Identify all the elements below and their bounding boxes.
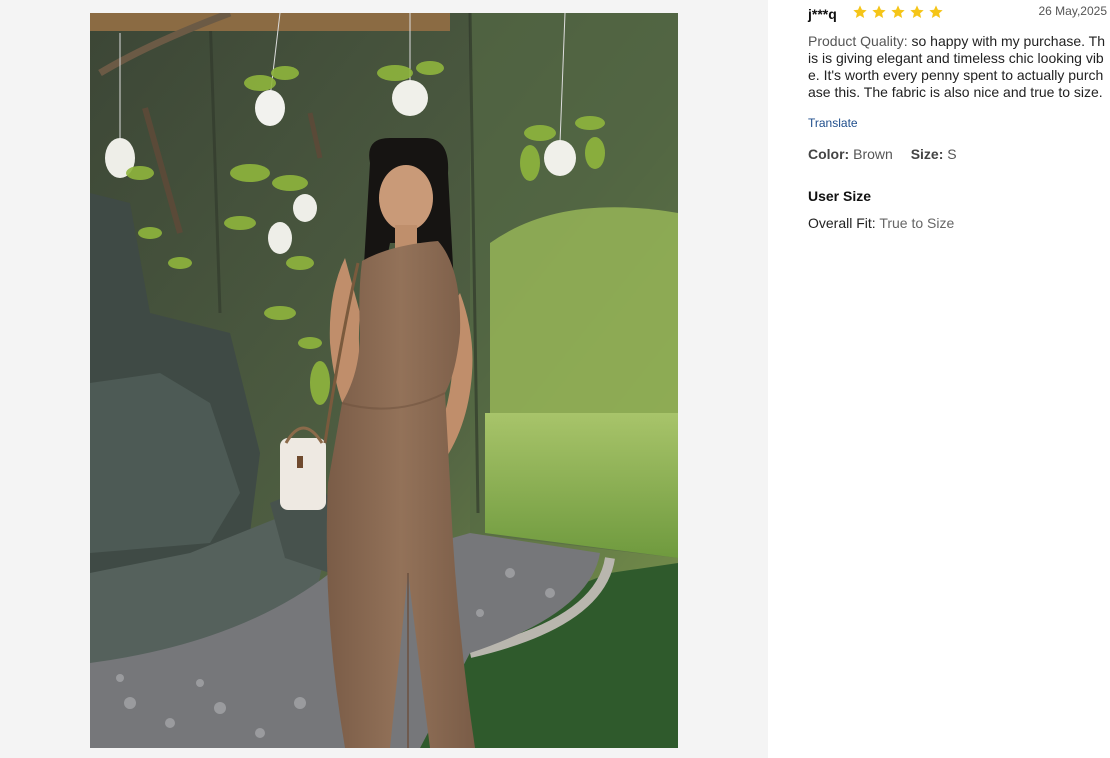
fit-value: True to Size <box>879 215 955 231</box>
color-value: Brown <box>853 146 893 162</box>
review-body: Product Quality: so happy with my purcha… <box>808 33 1106 101</box>
star-icon <box>929 5 943 18</box>
translate-link[interactable]: Translate <box>808 116 858 130</box>
size-value: S <box>947 146 957 162</box>
purchase-attributes: Color: Brown Size: S <box>808 146 957 162</box>
photo-viewer-panel <box>0 0 768 758</box>
star-icon <box>872 5 886 18</box>
product-quality-label: Product Quality: <box>808 33 908 49</box>
overall-fit: Overall Fit: True to Size <box>808 215 954 231</box>
user-size-title: User Size <box>808 188 872 204</box>
reviewer-name: j***q <box>808 6 837 22</box>
review-panel: j***q 26 May,2025 Product Quality: so ha… <box>808 0 1108 758</box>
star-icon <box>891 5 905 18</box>
fit-label: Overall Fit: <box>808 215 876 231</box>
review-photo-illustration <box>90 13 678 748</box>
reviewer-header: j***q 26 May,2025 <box>808 4 1108 24</box>
review-date: 26 May,2025 <box>1038 4 1108 18</box>
star-rating <box>852 4 944 20</box>
review-photo[interactable] <box>90 13 678 748</box>
star-icon <box>853 5 867 18</box>
size-label: Size: <box>910 146 944 162</box>
color-label: Color: <box>808 146 850 162</box>
star-icon <box>910 5 924 18</box>
